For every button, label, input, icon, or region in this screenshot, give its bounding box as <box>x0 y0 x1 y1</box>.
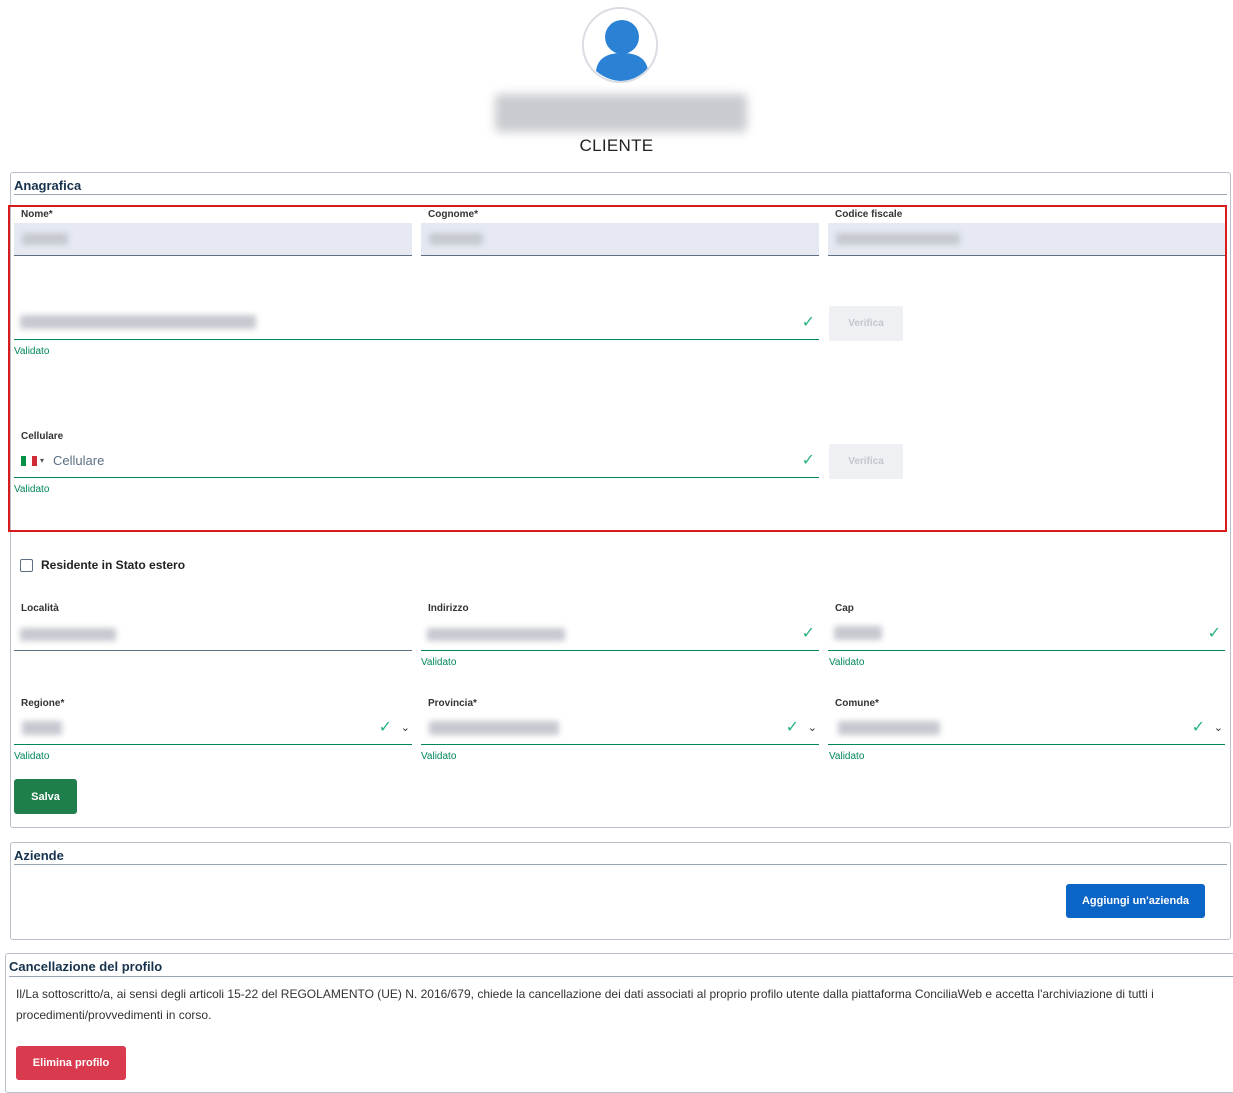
anagrafica-title: Anagrafica <box>14 178 82 193</box>
save-button[interactable]: Salva <box>14 779 77 814</box>
cancellazione-title: Cancellazione del profilo <box>9 959 163 974</box>
country-dropdown-icon[interactable]: ▾ <box>40 456 44 465</box>
codice-fiscale-value-redacted <box>836 233 960 245</box>
codice-fiscale-field <box>828 223 1225 256</box>
user-full-name-redacted <box>495 94 747 132</box>
cap-label: Cap <box>835 603 854 614</box>
email-validated-text: Validato <box>14 346 50 357</box>
email-input[interactable]: ✓ <box>14 306 819 340</box>
cap-underline <box>828 650 1225 651</box>
indirizzo-underline <box>421 650 819 651</box>
nome-label: Nome* <box>21 209 53 220</box>
user-avatar-icon <box>584 9 656 81</box>
cellulare-validated-text: Validato <box>14 484 50 495</box>
anagrafica-divider <box>14 194 1227 195</box>
cap-validated-text: Validato <box>829 657 865 668</box>
aziende-title: Aziende <box>14 848 64 863</box>
aziende-section <box>10 842 1231 940</box>
provincia-check-icon: ✓ <box>785 719 799 736</box>
regione-underline <box>14 744 412 745</box>
email-check-icon: ✓ <box>801 314 815 331</box>
regione-chevron-down-icon[interactable]: ⌄ <box>401 723 410 734</box>
provincia-chevron-down-icon[interactable]: ⌄ <box>808 723 817 734</box>
indirizzo-check-icon: ✓ <box>801 625 815 642</box>
cognome-label: Cognome* <box>428 209 478 220</box>
localita-value-redacted <box>20 628 116 641</box>
comune-validated-text: Validato <box>829 751 865 762</box>
cancellazione-divider <box>9 976 1233 977</box>
comune-select[interactable]: ✓ ⌄ <box>828 712 1225 744</box>
nome-field <box>14 223 412 256</box>
italy-flag-icon[interactable] <box>21 456 37 466</box>
regione-select[interactable]: ✓ ⌄ <box>14 712 412 744</box>
nome-value-redacted <box>22 233 68 245</box>
comune-check-icon: ✓ <box>1191 719 1205 736</box>
email-verifica-button[interactable]: Verifica <box>829 306 903 341</box>
provincia-label: Provincia* <box>428 698 477 709</box>
cellulare-verifica-button[interactable]: Verifica <box>829 444 903 479</box>
cellulare-label: Cellulare <box>21 431 64 442</box>
indirizzo-input[interactable]: ✓ <box>421 618 819 650</box>
cap-value-redacted <box>834 626 882 640</box>
email-underline <box>14 339 819 340</box>
localita-input[interactable] <box>14 618 412 650</box>
provincia-select[interactable]: ✓ ⌄ <box>421 712 819 744</box>
comune-label: Comune* <box>835 698 879 709</box>
codice-fiscale-label: Codice fiscale <box>835 209 903 220</box>
indirizzo-label: Indirizzo <box>428 603 469 614</box>
cellulare-input[interactable]: ▾ Cellulare ✓ <box>14 445 819 477</box>
provincia-value-redacted <box>429 721 559 735</box>
aziende-divider <box>14 864 1227 865</box>
provincia-underline <box>421 744 819 745</box>
delete-profile-button[interactable]: Elimina profilo <box>16 1046 126 1080</box>
regione-value-redacted <box>22 721 62 735</box>
regione-validated-text: Validato <box>14 751 50 762</box>
residente-estero-label[interactable]: Residente in Stato estero <box>41 558 185 572</box>
email-value-redacted <box>20 315 256 329</box>
avatar <box>582 7 658 83</box>
cancellazione-text: Il/La sottoscritto/a, ai sensi degli art… <box>16 987 1154 1022</box>
user-role: CLIENTE <box>579 136 654 155</box>
residente-estero-checkbox[interactable] <box>20 559 33 572</box>
comune-value-redacted <box>838 721 940 735</box>
regione-label: Regione* <box>21 698 65 709</box>
cellulare-check-icon: ✓ <box>801 452 815 469</box>
indirizzo-validated-text: Validato <box>421 657 457 668</box>
provincia-validated-text: Validato <box>421 751 457 762</box>
add-company-button[interactable]: Aggiungi un'azienda <box>1066 884 1205 918</box>
localita-label: Località <box>21 603 59 614</box>
cognome-value-redacted <box>429 233 483 245</box>
comune-chevron-down-icon[interactable]: ⌄ <box>1214 723 1223 734</box>
localita-underline <box>14 650 412 651</box>
cellulare-underline <box>14 477 819 478</box>
cognome-field <box>421 223 819 256</box>
comune-underline <box>828 744 1225 745</box>
cap-input[interactable]: ✓ <box>828 618 1225 650</box>
indirizzo-value-redacted <box>427 628 565 641</box>
cellulare-placeholder: Cellulare <box>53 453 105 468</box>
cap-check-icon: ✓ <box>1207 625 1221 642</box>
regione-check-icon: ✓ <box>378 719 392 736</box>
